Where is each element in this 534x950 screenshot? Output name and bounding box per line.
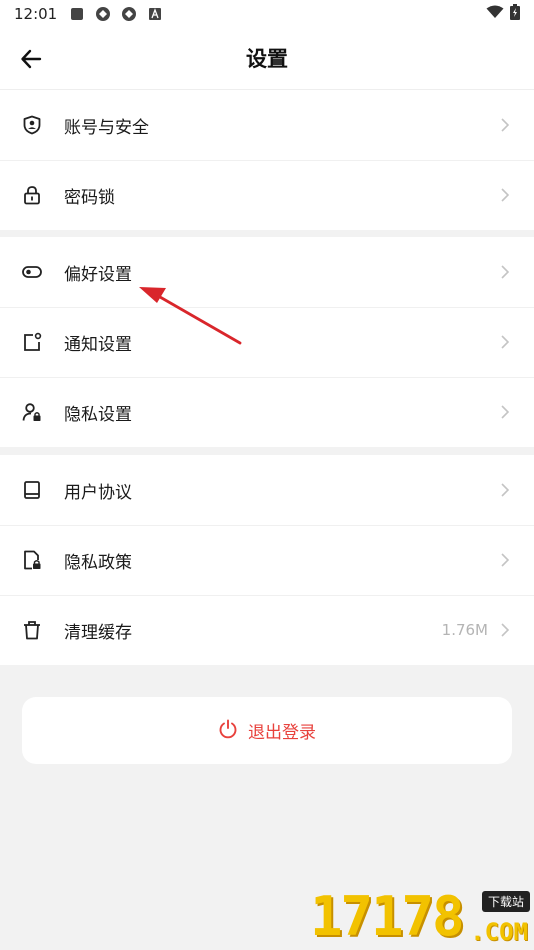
settings-item-label: 隐私设置 [64, 404, 132, 425]
status-time: 12:01 [14, 5, 58, 23]
settings-item-notifications[interactable]: 通知设置 [0, 307, 534, 377]
chevron-right-icon [498, 335, 512, 349]
document-lock-icon [22, 550, 42, 570]
watermark-logo: 17178 下载站 .COM [310, 885, 534, 950]
settings-item-label: 隐私政策 [64, 552, 132, 573]
settings-group-preferences: 偏好设置 通知设置 隐私设置 [0, 237, 534, 447]
watermark-tag: 下载站 [481, 891, 530, 912]
settings-item-clear-cache[interactable]: 清理缓存 1.76M [0, 595, 534, 665]
user-lock-icon [22, 402, 42, 422]
logout-button[interactable]: 退出登录 [22, 697, 512, 764]
chevron-right-icon [498, 483, 512, 497]
settings-item-label: 账号与安全 [64, 117, 149, 138]
settings-item-user-agreement[interactable]: 用户协议 [0, 455, 534, 525]
a-badge-icon [147, 6, 163, 22]
chevron-right-icon [498, 118, 512, 132]
lock-icon [22, 185, 42, 205]
settings-item-label: 通知设置 [64, 334, 132, 355]
settings-group-legal: 用户协议 隐私政策 清理缓存 1.76M [0, 455, 534, 665]
notification-icon [22, 332, 42, 352]
battery-icon [510, 4, 520, 24]
page-title: 设置 [246, 47, 288, 71]
sync-icon [95, 6, 111, 22]
title-bar: 设置 [0, 28, 534, 90]
app-notification-icon [69, 6, 85, 22]
wifi-icon [486, 5, 504, 23]
status-bar: 12:01 [0, 0, 534, 28]
settings-item-account-security[interactable]: 账号与安全 [0, 90, 534, 160]
settings-item-privacy-policy[interactable]: 隐私政策 [0, 525, 534, 595]
settings-item-preferences[interactable]: 偏好设置 [0, 237, 534, 307]
sync-icon-2 [121, 6, 137, 22]
settings-item-label: 密码锁 [64, 187, 115, 208]
settings-item-label: 清理缓存 [64, 622, 132, 643]
toggle-icon [22, 262, 42, 282]
cache-size-value: 1.76M [441, 621, 488, 639]
chevron-right-icon [498, 265, 512, 279]
shield-user-icon [22, 115, 42, 135]
settings-item-label: 用户协议 [64, 482, 132, 503]
chevron-right-icon [498, 553, 512, 567]
chevron-right-icon [498, 623, 512, 637]
watermark-number: 17178 [310, 885, 465, 948]
chevron-right-icon [498, 405, 512, 419]
logout-label: 退出登录 [248, 723, 316, 743]
settings-item-label: 偏好设置 [64, 264, 132, 285]
settings-item-password-lock[interactable]: 密码锁 [0, 160, 534, 230]
watermark-domain: .COM [470, 918, 528, 946]
settings-group-account: 账号与安全 密码锁 [0, 90, 534, 230]
chevron-right-icon [498, 188, 512, 202]
settings-item-privacy-settings[interactable]: 隐私设置 [0, 377, 534, 447]
trash-icon [22, 620, 42, 640]
power-icon [218, 719, 238, 743]
book-icon [22, 480, 42, 500]
